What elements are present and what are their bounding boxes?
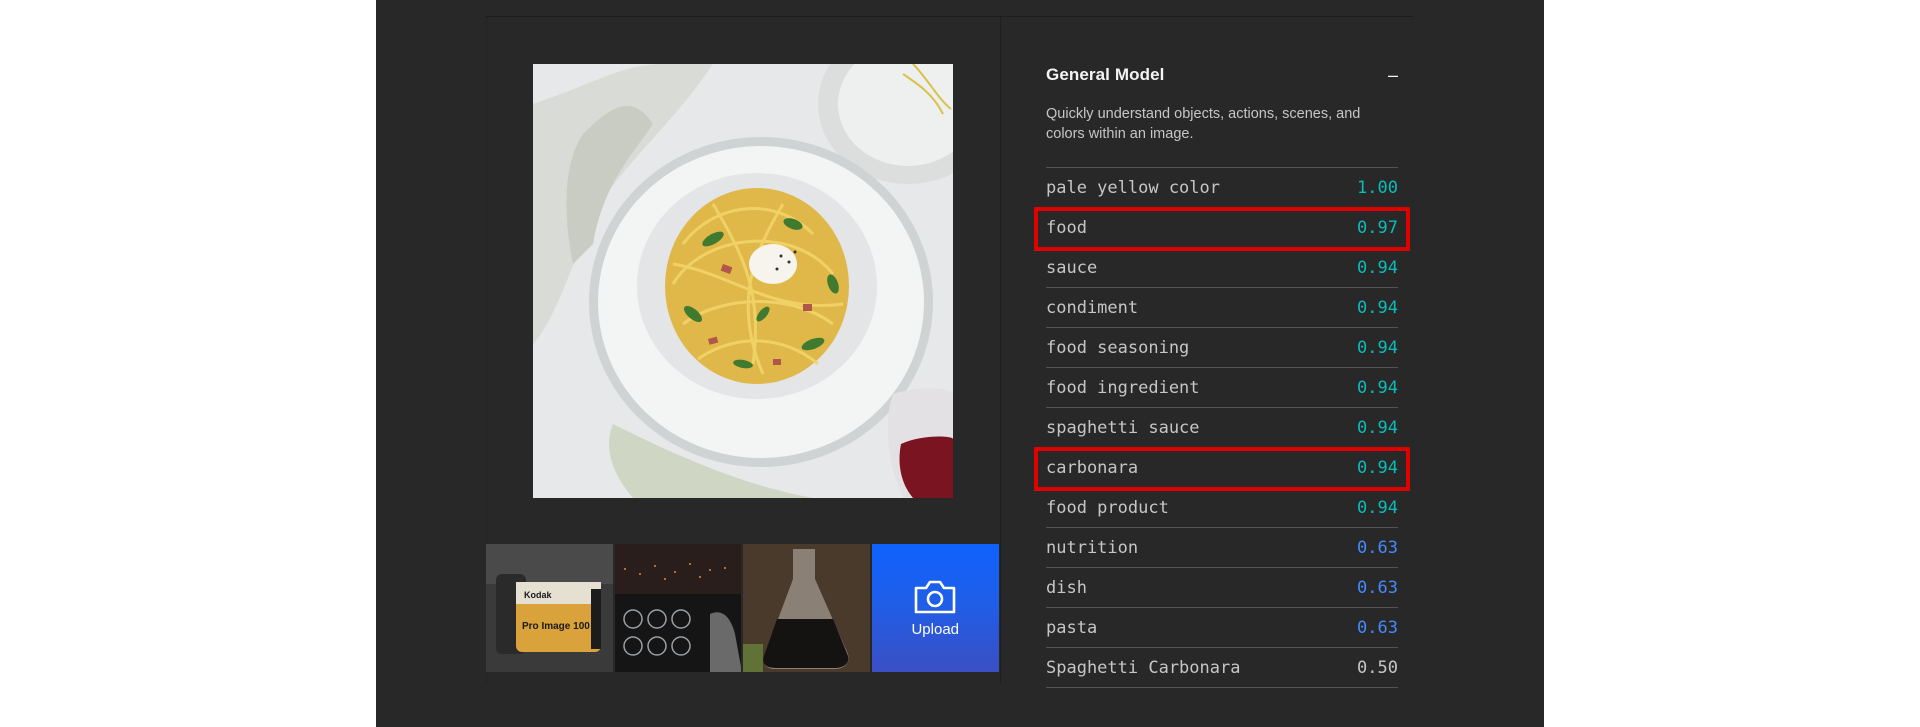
svg-text:Kodak: Kodak [524,590,553,600]
cockpit-photo [614,544,741,672]
result-label: food ingredient [1046,377,1200,398]
result-label: pasta [1046,617,1098,638]
result-label: food product [1046,497,1169,518]
result-score: 0.63 [1357,537,1398,558]
result-score: 0.94 [1357,377,1398,398]
result-score: 0.94 [1357,297,1398,318]
upload-label: Upload [911,620,960,638]
result-score: 0.94 [1357,497,1398,518]
result-label: spaghetti sauce [1046,417,1200,438]
thumbnail-beaker[interactable] [743,544,870,672]
result-label: sauce [1046,257,1098,278]
result-row[interactable]: pale yellow color 1.00 [1046,168,1398,208]
analyzed-image [533,64,953,498]
result-row[interactable]: spaghetti sauce 0.94 [1046,408,1398,448]
camera-icon [914,580,956,613]
result-label: food [1046,217,1087,238]
svg-text:Pro Image 100: Pro Image 100 [522,621,590,632]
result-row[interactable]: food product 0.94 [1046,488,1398,528]
result-row[interactable]: food ingredient 0.94 [1046,368,1398,408]
thumbnail-cockpit[interactable] [614,544,741,672]
model-title: General Model [1046,65,1165,84]
result-row[interactable]: pasta 0.63 [1046,608,1398,648]
result-score: 0.63 [1357,577,1398,598]
result-label: condiment [1046,297,1139,318]
result-row[interactable]: condiment 0.94 [1046,288,1398,328]
result-score: 0.50 [1357,657,1398,678]
result-label: Spaghetti Carbonara [1046,657,1241,678]
result-score: 0.63 [1357,617,1398,638]
result-score: 0.94 [1357,457,1398,478]
result-row[interactable]: food 0.97 [1046,208,1398,248]
result-label: pale yellow color [1046,177,1220,198]
results-list: pale yellow color 1.00 food 0.97 sauce 0.94 co… [1046,167,1398,688]
result-label: nutrition [1046,537,1139,558]
result-label: food seasoning [1046,337,1190,358]
result-row[interactable]: Spaghetti Carbonara 0.50 [1046,648,1398,688]
model-header[interactable]: General Model – [1046,60,1398,90]
result-score: 1.00 [1357,177,1398,198]
beaker-photo [743,544,870,672]
result-score: 0.94 [1357,337,1398,358]
thumbnail-film[interactable]: Kodak Pro Image 100 [486,544,613,672]
sample-image-strip: Kodak Pro Image 100 Upload [486,544,999,672]
result-score: 0.94 [1357,417,1398,438]
result-row[interactable]: carbonara 0.94 [1046,448,1398,488]
result-row[interactable]: sauce 0.94 [1046,248,1398,288]
collapse-button[interactable]: – [1382,65,1398,86]
result-score: 0.94 [1357,257,1398,278]
result-label: carbonara [1046,457,1139,478]
pasta-carbonara-photo [533,64,953,498]
result-label: dish [1046,577,1087,598]
result-row[interactable]: nutrition 0.63 [1046,528,1398,568]
result-score: 0.97 [1357,217,1398,238]
result-row[interactable]: food seasoning 0.94 [1046,328,1398,368]
result-row[interactable]: dish 0.63 [1046,568,1398,608]
results-panel: General Model – Quickly understand objec… [1046,60,1398,688]
model-description: Quickly understand objects, actions, sce… [1046,106,1361,142]
film-canister-photo: Kodak Pro Image 100 [486,544,613,672]
upload-button[interactable]: Upload [871,544,999,672]
